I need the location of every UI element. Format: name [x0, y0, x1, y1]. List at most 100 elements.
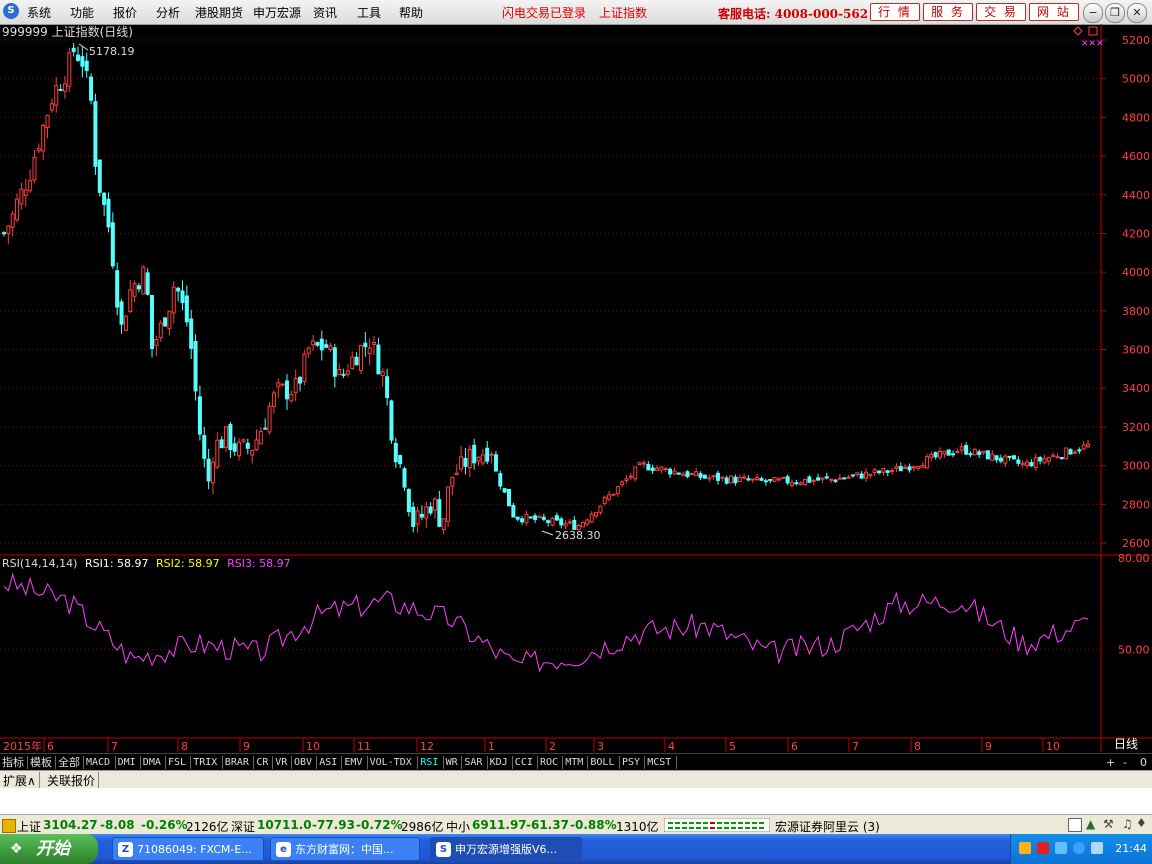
- candle-body: [724, 477, 729, 484]
- candle-body: [197, 396, 202, 435]
- tab-separator: [165, 756, 166, 769]
- indicator-tab[interactable]: SAR: [464, 755, 482, 770]
- menu-tools[interactable]: 工具: [357, 4, 381, 21]
- price-tick-label: 4600: [1122, 150, 1150, 163]
- candle-body: [385, 376, 390, 398]
- time-tick-label: 10: [306, 740, 320, 753]
- indicator-tab[interactable]: 模板: [30, 755, 52, 770]
- quote-button[interactable]: 行 情: [870, 3, 920, 21]
- indicator-tab[interactable]: VR: [275, 755, 287, 770]
- time-tick-label: 2015年: [3, 739, 42, 753]
- indicator-tab[interactable]: ASI: [319, 755, 337, 770]
- restore-icon[interactable]: ❐: [1105, 3, 1125, 23]
- tray-app-icon[interactable]: [1019, 842, 1031, 854]
- menu-help[interactable]: 帮助: [399, 4, 423, 21]
- app-logo-icon[interactable]: S: [3, 3, 19, 19]
- trade-button[interactable]: 交 易: [976, 3, 1026, 21]
- candle-body: [441, 518, 446, 530]
- indicator-tab[interactable]: FSL: [168, 755, 186, 770]
- menu-system[interactable]: 系统: [27, 4, 51, 21]
- indicator-tab[interactable]: WR: [446, 755, 458, 770]
- indicator-tab[interactable]: CCI: [515, 755, 533, 770]
- menu-function[interactable]: 功能: [70, 4, 94, 21]
- candle-body: [942, 450, 947, 455]
- window-toggle-icon[interactable]: [1068, 818, 1082, 832]
- indicator-tab[interactable]: 指标: [2, 755, 24, 770]
- indicator-tab[interactable]: CR: [256, 755, 268, 770]
- candle-body: [432, 498, 437, 511]
- candle-body: [1033, 457, 1038, 468]
- sound-icon[interactable]: ♫: [1122, 817, 1133, 831]
- indicator-tab[interactable]: MCST: [647, 755, 671, 770]
- alarm-icon[interactable]: ♦: [1136, 816, 1147, 830]
- website-button[interactable]: 网 站: [1029, 3, 1079, 21]
- task-swhy[interactable]: S 申万宏源增强版V6...: [430, 837, 582, 861]
- indicator-tab[interactable]: VOL-TDX: [370, 755, 412, 770]
- indicator-tab[interactable]: TRIX: [193, 755, 217, 770]
- tab-related-quotes[interactable]: 关联报价: [44, 772, 100, 789]
- indicator-tab[interactable]: PSY: [622, 755, 640, 770]
- period-label[interactable]: 日线: [1114, 737, 1138, 751]
- chart-area[interactable]: 5200 5000 4800 4600 4400 4200 4000 3800 3600 3400…: [0, 24, 1152, 753]
- rsi-legend: RSI(14,14,14) RSI1: 58.97 RSI2: 58.97 RS…: [2, 557, 291, 570]
- indicator-tab[interactable]: BRAR: [225, 755, 249, 770]
- window-icon[interactable]: [1088, 26, 1098, 36]
- menu-swhy[interactable]: 申万宏源: [253, 4, 301, 21]
- indicator-tab[interactable]: DMA: [143, 755, 161, 770]
- candle-body: [772, 477, 777, 482]
- tab-expand[interactable]: 扩展∧: [0, 772, 40, 789]
- menu-analysis[interactable]: 分析: [156, 4, 180, 21]
- menu-news[interactable]: 资讯: [313, 4, 337, 21]
- candle-body: [589, 513, 594, 523]
- candle-body: [341, 373, 346, 376]
- candle-body: [641, 462, 646, 465]
- candle-body: [620, 481, 625, 486]
- fxcm-app-icon: Z: [118, 842, 133, 857]
- candle-body: [746, 478, 751, 481]
- tray-network-icon[interactable]: [1055, 842, 1067, 854]
- candle-body: [789, 482, 794, 486]
- start-button[interactable]: ❖ 开始: [0, 834, 98, 864]
- indicator-tab[interactable]: DMI: [118, 755, 136, 770]
- indicator-tab[interactable]: MACD: [86, 755, 110, 770]
- minimize-icon[interactable]: −: [1083, 3, 1103, 23]
- indicator-tab[interactable]: BOLL: [590, 755, 614, 770]
- indicator-tab[interactable]: ROC: [540, 755, 558, 770]
- tab-separator: [27, 756, 28, 769]
- service-button[interactable]: 服 务: [923, 3, 973, 21]
- chart-title: 999999 上证指数(日线): [2, 24, 133, 39]
- zoom-out-button[interactable]: -: [1123, 755, 1127, 770]
- candle-body: [463, 457, 468, 467]
- sh-label: 上证: [17, 820, 42, 834]
- candle-body: [450, 476, 455, 487]
- candle-body: [929, 453, 934, 458]
- close-icon[interactable]: ✕: [1127, 3, 1147, 23]
- task-eastmoney[interactable]: e 东方财富网：中国...: [270, 837, 420, 861]
- clock[interactable]: 21:44: [1115, 842, 1147, 855]
- candle-body: [550, 517, 555, 526]
- indicator-tab[interactable]: 全部: [58, 755, 80, 770]
- reset-button[interactable]: 0: [1140, 755, 1147, 770]
- price-tick-label: 3000: [1122, 460, 1150, 473]
- wrench-icon[interactable]: ⚒: [1103, 817, 1114, 831]
- candle-body: [937, 450, 942, 458]
- chart-corner-icons[interactable]: ✕✕✕: [1073, 26, 1104, 49]
- tray-security-icon[interactable]: [1037, 842, 1049, 854]
- start-label: 开始: [36, 839, 70, 859]
- rsi1-name: RSI1: [85, 557, 110, 570]
- candle-body: [141, 266, 146, 295]
- menu-hk-futures[interactable]: 港股期货: [195, 4, 243, 21]
- indicator-tab[interactable]: EMV: [344, 755, 362, 770]
- alert-icon[interactable]: [2, 819, 16, 833]
- zoom-in-button[interactable]: +: [1106, 755, 1115, 770]
- diamond-icon[interactable]: [1073, 26, 1083, 36]
- tray-volume-icon[interactable]: [1091, 842, 1103, 854]
- indicator-tab[interactable]: OBV: [294, 755, 312, 770]
- task-fxcm[interactable]: Z 71086049: FXCM-E...: [112, 837, 264, 861]
- tray-shield-icon[interactable]: [1073, 842, 1085, 854]
- indicator-tab[interactable]: KDJ: [490, 755, 508, 770]
- indicator-tab[interactable]: MTM: [565, 755, 583, 770]
- candle-body: [694, 471, 699, 477]
- menu-quote[interactable]: 报价: [113, 4, 137, 21]
- indicator-tab[interactable]: RSI: [420, 755, 438, 770]
